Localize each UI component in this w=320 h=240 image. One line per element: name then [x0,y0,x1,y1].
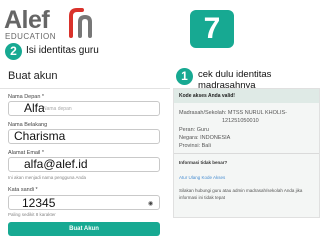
access-code-info-card: Kode akses Anda valid! Madrasah/Sekolah:… [173,88,320,218]
card-divider [174,153,319,154]
create-account-button[interactable]: Buat Akun [8,222,160,236]
reset-access-code-link[interactable]: Atur Ulang Kode Akses [179,175,225,180]
first-name-value: Alfa [24,101,45,115]
email-hint: Ini akan menjadi nama pengguna Anda [8,175,87,180]
role-line: Peran: Guru [179,127,209,133]
form-title: Buat akun [8,70,58,82]
instruction-number-1: 1 [176,68,193,85]
madrasah-code: 121251050010 [222,118,259,124]
card-title: Kode akses Anda valid! [179,93,235,99]
madrasah-line: Madrasah/Sekolah: MTSS NURUL KHOLIS- [179,110,287,116]
first-name-label: Nama Depan * [8,94,45,100]
password-hint: Paling sedikit 8 karakter [8,212,56,217]
show-password-icon[interactable]: ◉ [148,200,153,207]
email-label: Alamat Email * [8,150,45,156]
form-divider [0,88,170,89]
instruction-fill-identity: Isi identitas guru [26,45,99,56]
step-badge: 7 [190,10,234,48]
instruction-number-2: 2 [5,43,22,60]
province-line: Provinsi: Bali [179,143,211,149]
country-line: Negara: INDONESIA [179,135,231,141]
brand-name: Alef [4,6,50,34]
card-note-1: Silakan hubungi guru atau admin madrasah… [179,188,303,193]
card-note-2: informasi ini tidak tepat [179,195,226,200]
wrong-info-label: Informasi tidak benar? [179,160,228,165]
password-label: Kata sandi * [8,187,38,193]
logo-mark-icon [69,8,92,38]
last-name-value: Charisma [14,129,66,143]
last-name-label: Nama Belakang [8,122,48,128]
password-value: 12345 [22,196,56,210]
first-name-placeholder: Nama depan [43,106,72,112]
email-value: alfa@alef.id [24,157,88,171]
brand-sub: EDUCATION [5,32,57,41]
alef-logo: Alef EDUCATION [4,6,96,41]
